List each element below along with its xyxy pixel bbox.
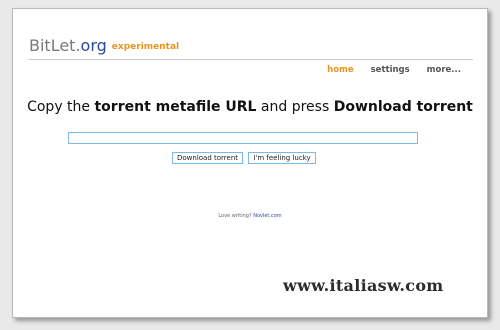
instruction-bold1: torrent metafile URL [94, 99, 257, 115]
download-torrent-button[interactable]: Download torrent [172, 152, 243, 164]
feeling-lucky-button[interactable]: I'm feeling lucky [248, 152, 316, 164]
logo-bit-text: BitLet [29, 36, 76, 55]
footer-note: Love writing? Novlet.com [13, 213, 487, 219]
top-nav: home settings more... [313, 65, 461, 75]
nav-more-link[interactable]: more... [427, 65, 461, 75]
instruction-heading: Copy the torrent metafile URL and press … [13, 99, 487, 115]
nav-home-link[interactable]: home [327, 65, 354, 75]
instruction-part1: Copy the [27, 99, 95, 115]
bitlet-logo[interactable]: BitLet.org experimental [29, 36, 179, 57]
browser-page: BitLet.org experimental home settings mor… [12, 8, 488, 318]
instruction-part2: and press [256, 99, 334, 115]
header-divider [29, 59, 473, 60]
novlet-link[interactable]: Novlet.com [253, 213, 281, 219]
nav-settings-link[interactable]: settings [371, 65, 410, 75]
footer-text: Love writing? [218, 213, 254, 219]
watermark-text: www.italiasw.com [283, 276, 444, 295]
logo-experimental-tag: experimental [111, 42, 180, 52]
logo-org-text: org [80, 36, 107, 55]
torrent-url-input[interactable] [68, 132, 418, 144]
instruction-bold2: Download torrent [333, 99, 473, 115]
